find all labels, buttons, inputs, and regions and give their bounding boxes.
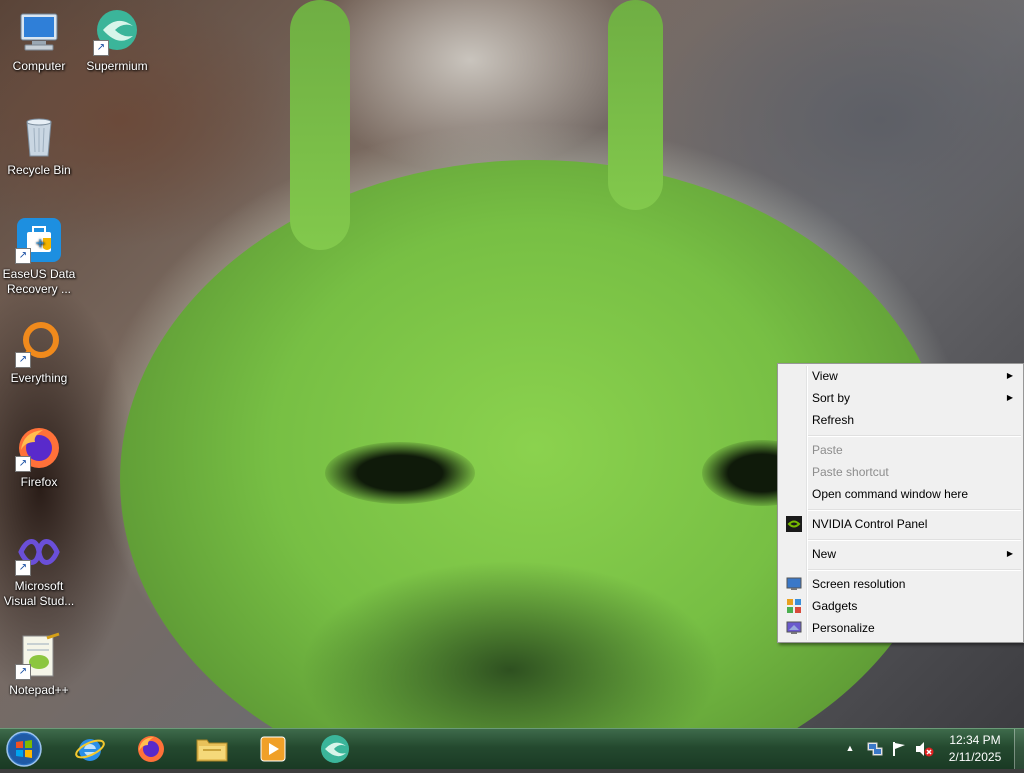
internet-explorer-icon (75, 739, 105, 761)
desktop-icon-label: Microsoft (14, 579, 64, 593)
firefox-icon: ↗ (15, 424, 63, 472)
desktop-icon-computer[interactable]: Computer (1, 8, 77, 74)
menu-separator (808, 569, 1021, 571)
menu-item-paste-shortcut: Paste shortcut (812, 465, 889, 479)
menu-item-refresh[interactable]: Refresh (780, 409, 1021, 431)
desktop-icon-recycle-bin[interactable]: Recycle Bin (1, 112, 77, 178)
desktop-icon-label-line2: Recovery ... (6, 282, 72, 296)
recycle-bin-icon (15, 112, 63, 160)
volume-muted-icon[interactable] (914, 740, 934, 758)
supermium-icon: ↗ (93, 8, 141, 56)
desktop-icon-label: Computer (12, 59, 66, 73)
file-explorer-icon (196, 739, 228, 762)
show-hidden-icons-button[interactable]: ▲ (844, 741, 856, 755)
taskbar-file-explorer[interactable] (185, 731, 239, 767)
personalize-icon (786, 620, 802, 636)
menu-separator (808, 539, 1021, 541)
notepadpp-icon: ↗ (15, 632, 63, 680)
menu-item-sort-by[interactable]: Sort by ▶ (780, 387, 1021, 409)
nvidia-icon (786, 516, 802, 532)
menu-item-nvidia-control-panel[interactable]: NVIDIA Control Panel (780, 513, 1021, 535)
gadgets-icon (786, 598, 802, 614)
windows-logo-icon (6, 731, 42, 767)
desktop-icon-easeus[interactable]: + ↗ EaseUS Data Recovery ... (1, 216, 77, 297)
media-player-icon (260, 736, 286, 762)
taskbar-firefox[interactable] (124, 731, 178, 767)
shortcut-arrow-icon: ↗ (15, 664, 31, 680)
shortcut-arrow-icon: ↗ (93, 40, 109, 56)
everything-icon: ↗ (15, 320, 63, 368)
desktop-icon-supermium[interactable]: ↗ Supermium (79, 8, 155, 74)
shortcut-arrow-icon: ↗ (15, 560, 31, 576)
desktop-icon-visual-studio[interactable]: ↗ Microsoft Visual Stud... (1, 528, 77, 609)
submenu-arrow-icon: ▶ (1006, 549, 1013, 558)
desktop-icon-label: Everything (10, 371, 68, 385)
menu-separator (808, 509, 1021, 511)
supermium-icon (321, 735, 349, 763)
clock-date: 2/11/2025 (948, 750, 1002, 764)
desktop-icon-label: EaseUS Data (2, 267, 76, 281)
menu-separator (808, 435, 1021, 437)
start-button[interactable] (4, 730, 44, 768)
menu-item-view[interactable]: View ▶ (780, 365, 1021, 387)
desktop-icon-label: Supermium (86, 59, 148, 73)
taskbar: ▲ 12:34 PM 2/11/2025 (0, 728, 1024, 769)
shortcut-arrow-icon: ↗ (15, 248, 31, 264)
desktop-icon-label-line2: Visual Stud... (3, 594, 75, 608)
menu-item-open-command-window[interactable]: Open command window here (780, 483, 1021, 505)
clock-time: 12:34 PM (949, 733, 1001, 747)
menu-item-screen-resolution[interactable]: Screen resolution (780, 573, 1021, 595)
action-center-flag-icon[interactable] (890, 740, 908, 758)
network-icon[interactable] (866, 740, 884, 758)
menu-item-new[interactable]: New ▶ (780, 543, 1021, 565)
desktop-icon-firefox[interactable]: ↗ Firefox (1, 424, 77, 490)
visual-studio-icon: ↗ (15, 528, 63, 576)
desktop-context-menu: View ▶ Sort by ▶ Refresh Paste Paste sho… (777, 363, 1024, 643)
submenu-arrow-icon: ▶ (1006, 371, 1013, 380)
firefox-icon (138, 736, 164, 762)
desktop-icon-label: Firefox (20, 475, 58, 489)
taskbar-media-player[interactable] (246, 731, 300, 767)
easeus-icon: + ↗ (15, 216, 63, 264)
taskbar-internet-explorer[interactable] (63, 731, 117, 767)
desktop-icon-label: Notepad++ (9, 683, 69, 697)
menu-item-gadgets[interactable]: Gadgets (780, 595, 1021, 617)
desktop-icon-everything[interactable]: ↗ Everything (1, 320, 77, 386)
submenu-arrow-icon: ▶ (1006, 393, 1013, 402)
shortcut-arrow-icon: ↗ (15, 456, 31, 472)
computer-icon (15, 8, 63, 56)
menu-item-personalize[interactable]: Personalize (780, 617, 1021, 639)
desktop-icon-label: Recycle Bin (7, 163, 71, 177)
taskbar-supermium[interactable] (308, 731, 362, 767)
menu-item-paste: Paste (812, 443, 843, 457)
svg-text:+: + (35, 236, 45, 250)
shortcut-arrow-icon: ↗ (15, 352, 31, 368)
show-desktop-button[interactable] (1014, 729, 1024, 769)
screen-resolution-icon (786, 576, 802, 592)
desktop-icon-notepadpp[interactable]: ↗ Notepad++ (1, 632, 77, 698)
system-clock[interactable]: 12:34 PM 2/11/2025 (940, 732, 1010, 766)
